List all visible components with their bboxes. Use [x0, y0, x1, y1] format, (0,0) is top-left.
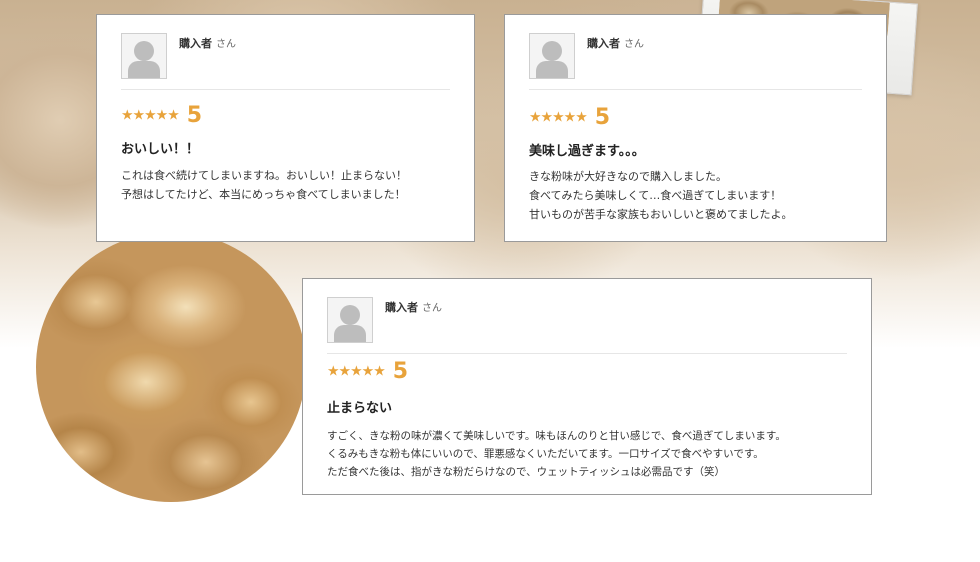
review-header: 購入者 さん [529, 33, 862, 90]
rating-score: 5 [594, 105, 611, 130]
reviewer-honorific: さん [624, 39, 644, 50]
rating: ★★★★★ 5 [327, 359, 408, 384]
review-line: 甘いものが苦手な家族もおいしいと褒めてましたよ。 [529, 208, 793, 221]
review-card: 購入者 さん ★★★★★ 5 美味し過ぎます。。。 きな粉味が大好きなので購入しまし… [504, 14, 887, 242]
reviewer-name: 購入者 さん [385, 299, 442, 315]
reviewer-honorific: さん [216, 39, 236, 50]
review-line: これは食べ続けてしまいますね。おいしい！止まらない！ [121, 169, 407, 182]
review-card: 購入者 さん ★★★★★ 5 おいしい！！ これは食べ続けてしまいますね。おいしい！… [96, 14, 475, 242]
reviewer-label: 購入者 [179, 37, 212, 50]
review-body: きな粉味が大好きなので購入しました。 食べてみたら美味しくて…食べ過ぎてしまいま… [529, 167, 792, 224]
walnut-closeup-image [36, 232, 306, 502]
user-silhouette-icon [327, 297, 373, 343]
review-line: くるみもきな粉も体にいいので、罪悪感なくいただいてます。一口サイズで食べやすいで… [327, 448, 764, 460]
review-title: 美味し過ぎます。。。 [529, 144, 645, 159]
review-body: すごく、きな粉の味が濃くて美味しいです。味もほんのりと甘い感じで、食べ過ぎてしま… [327, 427, 786, 481]
rating: ★★★★★ 5 [121, 103, 202, 128]
review-title: おいしい！！ [121, 142, 200, 157]
review-title: 止まらない [327, 401, 393, 416]
reviewer-honorific: さん [422, 303, 442, 314]
rating: ★★★★★ 5 [529, 105, 610, 130]
review-line: すごく、きな粉の味が濃くて美味しいです。味もほんのりと甘い感じで、食べ過ぎてしま… [327, 430, 786, 442]
reviewer-label: 購入者 [587, 37, 620, 50]
user-silhouette-icon [529, 33, 575, 79]
star-icon: ★★★★★ [121, 107, 180, 124]
review-header: 購入者 さん [121, 33, 450, 90]
review-header: 購入者 さん [327, 297, 847, 354]
reviewer-name: 購入者 さん [179, 35, 236, 51]
user-silhouette-icon [121, 33, 167, 79]
reviewer-name: 購入者 さん [587, 35, 644, 51]
rating-score: 5 [392, 359, 409, 384]
review-line: 食べてみたら美味しくて…食べ過ぎてしまいます！ [529, 189, 782, 202]
reviewer-label: 購入者 [385, 301, 418, 314]
review-body: これは食べ続けてしまいますね。おいしい！止まらない！ 予想はしてたけど、本当にめ… [121, 166, 407, 204]
rating-score: 5 [186, 103, 203, 128]
review-line: きな粉味が大好きなので購入しました。 [529, 170, 727, 183]
star-icon: ★★★★★ [529, 109, 588, 126]
review-card: 購入者 さん ★★★★★ 5 止まらない すごく、きな粉の味が濃くて美味しいです。味… [302, 278, 872, 495]
review-line: ただ食べた後は、指がきな粉だらけなので、ウェットティッシュは必需品です（笑） [327, 466, 725, 478]
star-icon: ★★★★★ [327, 363, 386, 380]
review-line: 予想はしてたけど、本当にめっちゃ食べてしまいました！ [121, 188, 406, 201]
